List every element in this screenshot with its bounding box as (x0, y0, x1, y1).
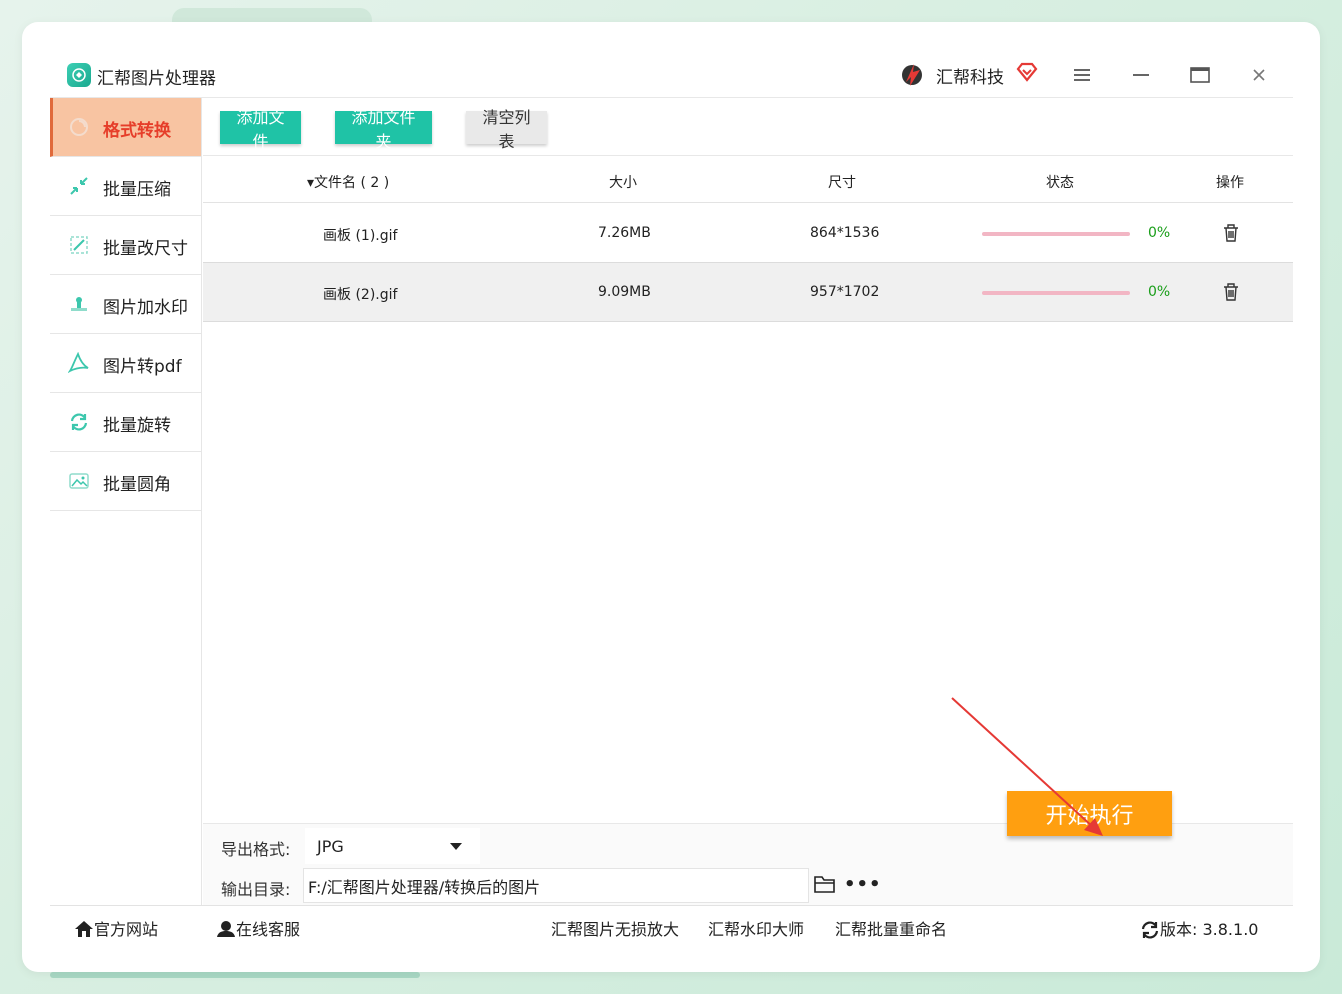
link-watermark-master[interactable]: 汇帮水印大师 (708, 916, 804, 940)
background-bar (50, 972, 420, 978)
folder-open-icon[interactable] (814, 874, 836, 894)
link-lossless-upscale[interactable]: 汇帮图片无损放大 (551, 916, 679, 940)
title-bar: 汇帮图片处理器 汇帮科技 (50, 50, 1293, 98)
sidebar-item-label: 批量改尺寸 (103, 239, 188, 259)
menu-icon[interactable] (1069, 62, 1095, 88)
action-header: 操作 (1216, 175, 1244, 191)
add-file-button[interactable]: 添加文件 (220, 108, 301, 151)
sidebar-item-resize[interactable]: 批量改尺寸 (50, 216, 201, 275)
pdf-icon (68, 352, 89, 374)
add-folder-button[interactable]: 添加文件夹 (335, 108, 432, 151)
format-label: 导出格式: (221, 840, 291, 859)
compress-icon (70, 177, 88, 195)
sidebar-item-compress[interactable]: 批量压缩 (50, 157, 201, 216)
format-select[interactable]: JPG (305, 828, 480, 864)
clear-list-button[interactable]: 清空列表 (466, 108, 547, 151)
home-icon (75, 921, 93, 937)
close-icon[interactable] (1246, 62, 1272, 88)
table-header: ▾文件名 ( 2 ) 大小 尺寸 状态 操作 (203, 157, 1293, 203)
start-button[interactable]: 开始执行 (1007, 791, 1172, 836)
file-size: 7.26MB (598, 225, 651, 241)
format-value: JPG (317, 837, 344, 856)
format-convert-icon (70, 118, 88, 136)
sidebar: 格式转换 批量压缩 批量改尺寸 图片加水印 图片转pdf 批量旋转 批量圆角 (50, 98, 202, 905)
dims-header: 尺寸 (828, 175, 856, 191)
sidebar-item-label: 批量圆角 (103, 475, 171, 495)
progress-bar (982, 291, 1130, 295)
app-logo-icon (67, 63, 91, 87)
maximize-icon[interactable] (1187, 62, 1213, 88)
file-name: 画板 (1).gif (323, 228, 398, 244)
main-content: 添加文件 添加文件夹 清空列表 ▾文件名 ( 2 ) 大小 尺寸 状态 操作 画… (203, 98, 1293, 905)
resize-icon (70, 236, 88, 254)
file-dims: 864*1536 (810, 225, 880, 241)
status-header: 状态 (1046, 175, 1074, 191)
progress-bar (982, 232, 1130, 236)
file-name: 画板 (2).gif (323, 287, 398, 303)
sidebar-item-format-convert[interactable]: 格式转换 (50, 98, 201, 157)
sidebar-item-rotate[interactable]: 批量旋转 (50, 393, 201, 452)
sidebar-item-label: 批量旋转 (103, 416, 171, 436)
footer: 官方网站 在线客服 汇帮图片无损放大 汇帮水印大师 汇帮批量重命名 版本: 3.… (50, 905, 1293, 945)
outdir-label: 输出目录: (221, 880, 291, 899)
link-batch-rename[interactable]: 汇帮批量重命名 (835, 916, 947, 940)
version-info[interactable]: 版本: 3.8.1.0 (1140, 916, 1258, 940)
outdir-input[interactable] (303, 868, 809, 903)
toolbar: 添加文件 添加文件夹 清空列表 (203, 98, 1293, 156)
support-link[interactable]: 在线客服 (216, 916, 300, 940)
delete-trash-icon[interactable] (1222, 282, 1240, 302)
sidebar-item-label: 图片转pdf (103, 357, 182, 377)
brand-name: 汇帮科技 (936, 68, 1004, 88)
minimize-icon[interactable] (1128, 62, 1154, 88)
sidebar-item-watermark[interactable]: 图片加水印 (50, 275, 201, 334)
rotate-icon (70, 413, 88, 431)
sidebar-item-label: 图片加水印 (103, 298, 188, 318)
app-title: 汇帮图片处理器 (97, 69, 216, 89)
user-icon (217, 921, 235, 937)
sidebar-item-label: 格式转换 (103, 121, 171, 141)
chevron-down-icon (450, 843, 462, 850)
round-corner-icon (69, 473, 89, 489)
sort-name-header[interactable]: ▾文件名 ( 2 ) (307, 172, 389, 192)
watermark-icon (71, 297, 87, 311)
progress-percent: 0% (1148, 284, 1171, 300)
sort-caret-icon: ▾ (307, 175, 315, 191)
brand-logo-icon (902, 64, 922, 86)
website-link[interactable]: 官方网站 (74, 916, 158, 940)
file-size: 9.09MB (598, 284, 651, 300)
delete-trash-icon[interactable] (1222, 223, 1240, 243)
sidebar-item-to-pdf[interactable]: 图片转pdf (50, 334, 201, 393)
vip-diamond-icon[interactable] (1016, 61, 1038, 83)
more-options-icon[interactable]: ••• (844, 874, 882, 895)
size-header: 大小 (609, 175, 637, 191)
sidebar-item-round-corner[interactable]: 批量圆角 (50, 452, 201, 511)
progress-percent: 0% (1148, 225, 1171, 241)
sidebar-item-label: 批量压缩 (103, 180, 171, 200)
table-row[interactable]: 画板 (2).gif 9.09MB 957*1702 0% (203, 263, 1293, 322)
file-dims: 957*1702 (810, 284, 880, 300)
refresh-icon (1141, 921, 1159, 939)
table-row[interactable]: 画板 (1).gif 7.26MB 864*1536 0% (203, 204, 1293, 263)
